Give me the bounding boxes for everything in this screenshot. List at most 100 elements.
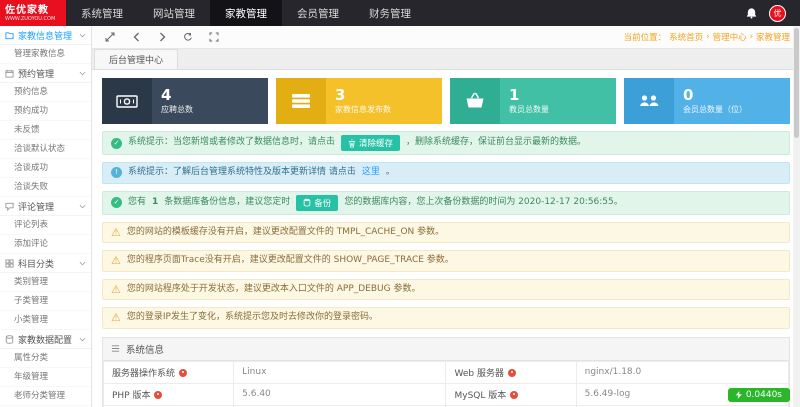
alert-text: 系统提示：当您新增或者修改了数据信息时，请点击 [128,136,335,150]
sidebar-section-tutor-info[interactable]: 家教信息管理 [0,26,91,45]
sidebar-item-teacher-category-manage[interactable]: 老师分类管理 [0,387,91,406]
sidebar-item-subcategory-manage[interactable]: 子类管理 [0,292,91,311]
system-info-header: 系统信息 [103,338,789,361]
backup-count: 1 [152,196,158,210]
system-info-panel: 系统信息 服务器操作系统 Linux Web 服务器 nginx/1.18.0 … [102,337,790,407]
scrollbar-thumb[interactable] [794,28,799,138]
sidebar-item-grade-manage[interactable]: 年级管理 [0,368,91,387]
users-icon [624,78,674,124]
calendar-icon [5,69,14,78]
sidebar-item-no-feedback[interactable]: 未反馈 [0,121,91,140]
stat-label: 会员总数量（位） [683,104,781,115]
breadcrumb-tutor-manage[interactable]: 家教管理 [756,31,790,43]
sidebar-section-subject-category[interactable]: 科目分类 [0,254,91,273]
refresh-icon[interactable] [180,29,196,45]
top-nav-item-system[interactable]: 系统管理 [66,0,138,26]
database-icon [303,198,311,207]
stat-cards: 4 应聘总数 3 家教信息发布数 [102,78,790,124]
sidebar-section-booking[interactable]: 预约管理 [0,64,91,83]
sidebar-item-category-manage[interactable]: 类别管理 [0,273,91,292]
sidebar-item-comment-list[interactable]: 评论列表 [0,216,91,235]
top-nav-item-tutor[interactable]: 家教管理 [210,0,282,26]
sidebar-item-attribute-category[interactable]: 属性分类 [0,349,91,368]
warning-icon: ⚠ [111,312,121,323]
stat-card-applications[interactable]: 4 应聘总数 [102,78,268,124]
top-nav-item-website[interactable]: 网站管理 [138,0,210,26]
topbar: 佐优家教 WWW.ZUOYOU.COM 系统管理 网站管理 家教管理 会员管理 … [0,0,800,26]
sidebar: 家教信息管理 管理家教信息 预约管理 预约信息 预约成功 未反馈 洽谈默认状态 … [0,26,92,407]
breadcrumb-home[interactable]: 系统首页 [669,31,703,43]
top-nav-item-member[interactable]: 会员管理 [282,0,354,26]
sidebar-section-label: 预约管理 [18,67,54,80]
sysinfo-label: MySQL 版本 [454,391,506,401]
alert-template-cache: ⚠ 您的网站的模板缓存没有开启，建议更改配置文件的 TMPL_CACHE_ON … [102,222,790,244]
top-nav: 系统管理 网站管理 家教管理 会员管理 财务管理 [66,0,426,26]
sidebar-section-tutor-data-config[interactable]: 家教数据配置 [0,330,91,349]
sidebar-section-comments[interactable]: 评论管理 [0,197,91,216]
toolbar: 当前位置： 系统首页 › 管理中心 › 家教管理 [92,26,800,49]
sidebar-item-manage-tutor-info[interactable]: 管理家教信息 [0,45,91,64]
alert-login-ip: ⚠ 您的登录IP发生了变化，系统提示您及时去修改你的登录密码。 [102,307,790,329]
sidebar-item-negotiation-fail[interactable]: 洽谈失败 [0,178,91,197]
chevron-down-icon [79,204,86,209]
fullscreen-icon[interactable] [206,29,222,45]
warning-icon: ⚠ [111,284,121,295]
sidebar-item-negotiation-success[interactable]: 洽谈成功 [0,159,91,178]
help-icon[interactable] [508,369,516,377]
clear-cache-button[interactable]: 清除缓存 [341,135,400,151]
backup-button[interactable]: 备份 [296,195,338,211]
top-nav-item-finance[interactable]: 财务管理 [354,0,426,26]
info-icon: ! [111,167,122,178]
stat-label: 教员总数量 [509,104,607,115]
tab-admin-center[interactable]: 后台管理中心 [94,49,178,69]
comment-icon [5,202,14,211]
execution-time-badge[interactable]: 0.0440s [728,388,790,402]
app-logo[interactable]: 佐优家教 WWW.ZUOYOU.COM [0,0,66,26]
sidebar-item-booking-info[interactable]: 预约信息 [0,83,91,102]
alert-text: 您的网站程序处于开发状态，建议更改本入口文件的 APP_DEBUG 参数。 [127,283,421,297]
forward-arrow-icon[interactable] [154,29,170,45]
sidebar-item-booking-success[interactable]: 预约成功 [0,102,91,121]
stat-card-teachers[interactable]: 1 教员总数量 [450,78,616,124]
alert-clear-cache: ✓ 系统提示：当您新增或者修改了数据信息时，请点击 清除缓存 ，删除系统缓存，保… [102,131,790,155]
expand-icon[interactable] [102,29,118,45]
alert-text: 您的数据库内容，您上次备份数据的时间为 2020-12-17 20:56:55。 [344,196,622,210]
here-link[interactable]: 这里 [362,166,380,180]
bolt-icon [736,391,742,399]
sidebar-item-negotiation-default[interactable]: 洽谈默认状态 [0,140,91,159]
sysinfo-label: 服务器操作系统 [112,369,175,379]
app-logo-title: 佐优家教 [5,5,61,16]
breadcrumb-manage-center[interactable]: 管理中心 [713,31,747,43]
folder-icon [5,31,14,40]
help-icon[interactable] [179,369,187,377]
alert-text: 您的程序页面Trace没有开启，建议更改配置文件的 SHOW_PAGE_TRAC… [127,254,454,268]
sysinfo-value: 5.6.40 [234,383,446,405]
trash-icon [348,139,356,148]
user-avatar[interactable]: 优 [769,5,786,22]
help-icon[interactable] [154,391,162,399]
stat-label: 家教信息发布数 [335,104,433,115]
help-icon[interactable] [510,391,518,399]
notifications-bell-icon[interactable] [746,7,757,19]
system-info-table: 服务器操作系统 Linux Web 服务器 nginx/1.18.0 PHP 版… [103,361,789,407]
alert-text: 系统提示：了解后台管理系统特性及版本更新详情 请点击 [128,166,356,180]
stat-value: 3 [335,87,433,104]
alert-text: 您的登录IP发生了变化，系统提示您及时去修改你的登录密码。 [127,311,378,325]
back-arrow-icon[interactable] [128,29,144,45]
stat-card-members[interactable]: 0 会员总数量（位） [624,78,790,124]
main-layout: 家教信息管理 管理家教信息 预约管理 预约信息 预约成功 未反馈 洽谈默认状态 … [0,26,800,407]
list-stack-icon [276,78,326,124]
scrollbar[interactable] [793,26,800,407]
sysinfo-label: PHP 版本 [112,391,150,401]
stat-value: 1 [509,87,607,104]
stat-card-tutor-posts[interactable]: 3 家教信息发布数 [276,78,442,124]
database-icon [5,335,14,344]
stat-label: 应聘总数 [161,104,259,115]
sidebar-item-minorcategory-manage[interactable]: 小类管理 [0,311,91,330]
sidebar-item-add-comment[interactable]: 添加评论 [0,235,91,254]
breadcrumb-separator: › [750,32,753,42]
breadcrumb-separator: › [706,32,709,42]
alert-text: ，删除系统缓存，保证前台显示最新的数据。 [406,136,586,150]
breadcrumb: 当前位置： 系统首页 › 管理中心 › 家教管理 [624,31,790,43]
list-icon [111,344,120,353]
